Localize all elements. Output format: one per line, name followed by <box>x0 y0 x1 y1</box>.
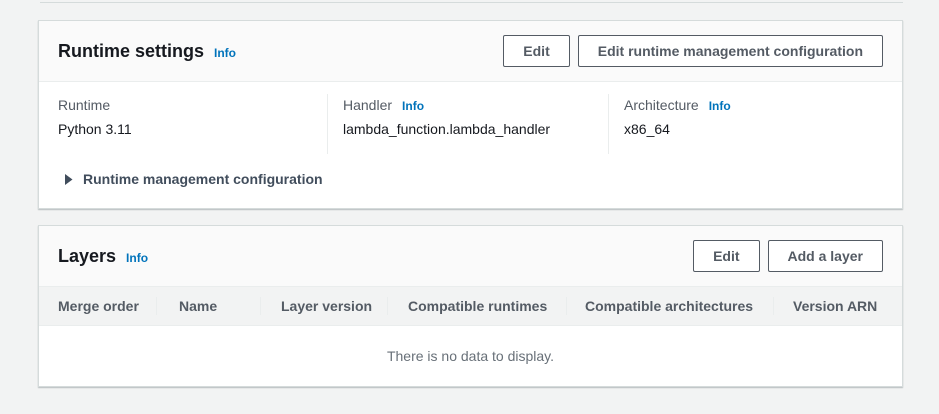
edit-runtime-settings-button[interactable]: Edit <box>503 35 569 67</box>
runtime-field: Runtime Python 3.11 <box>58 94 327 154</box>
column-header-compatible-runtimes: Compatible runtimes <box>388 298 566 314</box>
function-configuration-panel: Runtime settings Info Edit Edit runtime … <box>38 20 903 403</box>
layers-info-link[interactable]: Info <box>126 252 148 264</box>
architecture-value: x86_64 <box>624 120 883 138</box>
edit-runtime-management-configuration-button[interactable]: Edit runtime management configuration <box>578 35 883 67</box>
runtime-settings-title: Runtime settings <box>58 40 204 62</box>
expand-caret-icon <box>64 174 73 185</box>
runtime-label: Runtime <box>58 96 110 114</box>
handler-label: Handler <box>343 96 392 114</box>
handler-value: lambda_function.lambda_handler <box>343 120 608 138</box>
architecture-label: Architecture <box>624 96 699 114</box>
runtime-settings-info-link[interactable]: Info <box>214 47 236 59</box>
runtime-settings-body: Runtime Python 3.11 Handler Info lambda_… <box>39 82 902 208</box>
edit-layers-button[interactable]: Edit <box>693 240 759 272</box>
handler-field: Handler Info lambda_function.lambda_hand… <box>327 94 608 154</box>
column-header-compatible-architectures: Compatible architectures <box>567 298 773 314</box>
add-layer-button[interactable]: Add a layer <box>768 240 883 272</box>
layers-actions: Edit Add a layer <box>693 240 883 272</box>
runtime-management-configuration-expander[interactable]: Runtime management configuration <box>64 170 323 188</box>
layers-header: Layers Info Edit Add a layer <box>39 226 902 287</box>
runtime-settings-card: Runtime settings Info Edit Edit runtime … <box>38 20 903 209</box>
column-header-version-arn: Version ARN <box>774 298 883 314</box>
layers-card: Layers Info Edit Add a layer Merge order… <box>38 225 903 387</box>
layers-title-group: Layers Info <box>58 245 148 267</box>
runtime-management-configuration-label: Runtime management configuration <box>83 170 323 188</box>
layers-table-header: Merge order Name Layer version Compatibl… <box>39 287 902 326</box>
runtime-settings-actions: Edit Edit runtime management configurati… <box>503 35 883 67</box>
column-header-layer-version: Layer version <box>261 298 387 314</box>
architecture-info-link[interactable]: Info <box>709 100 731 112</box>
column-header-name: Name <box>157 298 260 314</box>
layers-table-empty-row: There is no data to display. <box>39 326 902 386</box>
runtime-settings-title-group: Runtime settings Info <box>58 40 236 62</box>
layers-title: Layers <box>58 245 116 267</box>
handler-info-link[interactable]: Info <box>402 100 424 112</box>
column-header-merge-order: Merge order <box>58 298 156 314</box>
top-divider <box>40 2 903 3</box>
runtime-settings-header: Runtime settings Info Edit Edit runtime … <box>39 21 902 82</box>
empty-state-message: There is no data to display. <box>387 348 554 364</box>
runtime-settings-fields: Runtime Python 3.11 Handler Info lambda_… <box>58 94 883 154</box>
architecture-field: Architecture Info x86_64 <box>608 94 883 154</box>
runtime-value: Python 3.11 <box>58 120 327 138</box>
